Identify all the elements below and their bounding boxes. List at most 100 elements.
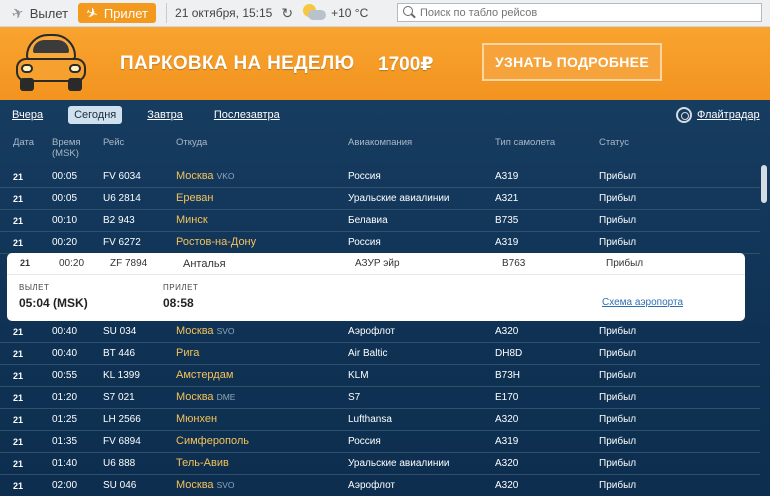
row-flight: SU 046 [103,480,137,491]
table-row[interactable]: 21 01:40 U6 888 Тель-Авив Уральские авиалини… [0,453,760,475]
row-type: A320 [495,480,519,491]
table-row[interactable]: 21 01:20 S7 021 Москва DME S7 E170 Прибыл [0,387,760,409]
row-date: 21 [13,216,24,226]
flightradar-link[interactable]: Флайтрадар [676,107,760,123]
table-row[interactable]: 21 00:10 B2 943 Минск Белавиа B735 Прибыл [0,210,760,232]
row-city[interactable]: Симферополь [176,435,249,447]
row-date: 21 [13,327,24,337]
col-from: Откуда [176,137,208,148]
day-after-tomorrow[interactable]: Послезавтра [208,106,286,124]
row-time: 02:00 [52,480,78,491]
table-row[interactable]: 21 00:05 FV 6034 Москва VKO Россия A319 Прибыл [0,166,760,188]
day-tomorrow[interactable]: Завтра [141,106,189,124]
row-status: Прибыл [599,237,637,248]
row-flight: SU 034 [103,326,137,337]
departure-label: ВЫЛЕТ [19,283,50,292]
row-time: 01:25 [52,414,78,425]
search-input[interactable] [420,6,750,19]
row-flight: KL 1399 [103,370,140,381]
row-date: 21 [13,437,24,447]
banner-text: ПАРКОВКА НА НЕДЕЛЮ [120,53,355,74]
row-status: Прибыл [599,326,637,337]
row-airline: Россия [348,237,381,248]
row-date: 21 [13,393,24,403]
table-row[interactable]: 21 01:35 FV 6894 Симферополь Россия A319 Прибы… [0,431,760,453]
table-row[interactable]: 21 00:20 ZF 7894 Анталья АЗУР эйр B763 П… [7,253,745,275]
table-row[interactable]: 21 00:20 FV 6272 Ростов-на-Дону Россия A319 Пр… [0,232,760,254]
row-airline: Air Baltic [348,348,388,359]
row-city[interactable]: Рига [176,347,199,359]
expanded-flight-card[interactable]: 21 00:20 ZF 7894 Анталья АЗУР эйр B763 П… [7,253,745,321]
row-airline: Уральские авиалинии [348,458,450,469]
table-row[interactable]: 21 00:40 BT 446 Рига Air Baltic DH8D Прибыл [0,343,760,365]
row-date: 21 [13,371,24,381]
row-flight: LH 2566 [103,414,141,425]
row-airline: Россия [348,171,381,182]
banner-price: 1700₽ [378,54,434,75]
tab-arrival-label: Прилет [103,5,149,21]
row-city[interactable]: Ростов-на-Дону [176,236,256,248]
airport-code: SVO [216,480,235,490]
row-flight: BT 446 [103,348,136,359]
top-bar: ✈ Вылет ✈ Прилет 21 октября, 15:15 ↻ +10… [0,0,770,27]
row-city[interactable]: Ереван [176,192,214,204]
row-type: A320 [495,414,519,425]
row-airline: KLM [348,370,369,381]
row-time: 00:55 [52,370,78,381]
row-city: Анталья [183,258,226,270]
row-status: Прибыл [599,215,637,226]
row-type: A320 [495,326,519,337]
partly-cloudy-icon [301,3,327,23]
table-row[interactable]: 21 01:25 LH 2566 Мюнхен Lufthansa A320 Прибыл [0,409,760,431]
row-status: Прибыл [599,348,637,359]
search-box [397,3,762,22]
table-row[interactable]: 21 00:05 U6 2814 Ереван Уральские авиалинии A… [0,188,760,210]
row-flight: FV 6034 [103,171,141,182]
row-type: A319 [495,436,519,447]
row-flight: FV 6894 [103,436,141,447]
row-airline: Lufthansa [348,414,392,425]
row-time: 00:05 [52,171,78,182]
row-status: Прибыл [599,193,637,204]
learn-more-button[interactable]: УЗНАТЬ ПОДРОБНЕЕ [482,43,662,81]
row-city[interactable]: Мюнхен [176,413,217,425]
row-status: Прибыл [606,258,644,269]
row-city[interactable]: Москва SVO [176,479,235,491]
row-airline: АЗУР эйр [355,258,400,269]
airport-scheme-link[interactable]: Схема аэропорта [602,297,683,308]
row-city[interactable]: Амстердам [176,369,233,381]
tab-departure[interactable]: ✈ Вылет [4,3,76,23]
row-airline: S7 [348,392,361,403]
row-city[interactable]: Москва VKO [176,170,235,182]
day-today[interactable]: Сегодня [68,106,123,124]
col-date: Дата [13,137,35,148]
search-icon [402,5,417,20]
scrollbar-thumb[interactable] [761,165,767,203]
row-date: 21 [13,238,24,248]
row-time: 01:20 [52,392,78,403]
col-aircraft-type: Тип самолета [495,137,556,148]
row-type: A319 [495,237,519,248]
row-city[interactable]: Москва SVO [176,325,235,337]
row-city[interactable]: Москва DME [176,391,235,403]
row-date: 21 [20,258,31,268]
row-flight: U6 2814 [103,193,141,204]
table-row[interactable]: 21 00:40 SU 034 Москва SVO Аэрофлот A320 Прибыл [0,321,760,343]
refresh-icon[interactable]: ↻ [281,5,293,22]
row-city[interactable]: Тель-Авив [176,457,229,469]
row-city[interactable]: Минск [176,214,208,226]
parking-banner[interactable]: ПАРКОВКА НА НЕДЕЛЮ 1700₽ УЗНАТЬ ПОДРОБНЕ… [0,27,770,100]
tab-arrival[interactable]: ✈ Прилет [78,3,157,23]
row-time: 00:40 [52,326,78,337]
table-row[interactable]: 21 02:00 SU 046 Москва SVO Аэрофлот A320 Прибыл [0,475,760,496]
row-airline: Уральские авиалинии [348,193,450,204]
col-airline: Авиакомпания [348,137,413,148]
table-row[interactable]: 21 00:55 KL 1399 Амстердам KLM B73H Прибыл [0,365,760,387]
row-airline: Аэрофлот [348,326,395,337]
day-yesterday[interactable]: Вчера [8,106,49,124]
temperature: +10 °C [331,6,369,20]
row-time: 00:40 [52,348,78,359]
tab-departure-label: Вылет [29,5,69,21]
day-selector: Вчера Сегодня Завтра Послезавтра [8,105,305,125]
radar-icon [676,107,692,123]
